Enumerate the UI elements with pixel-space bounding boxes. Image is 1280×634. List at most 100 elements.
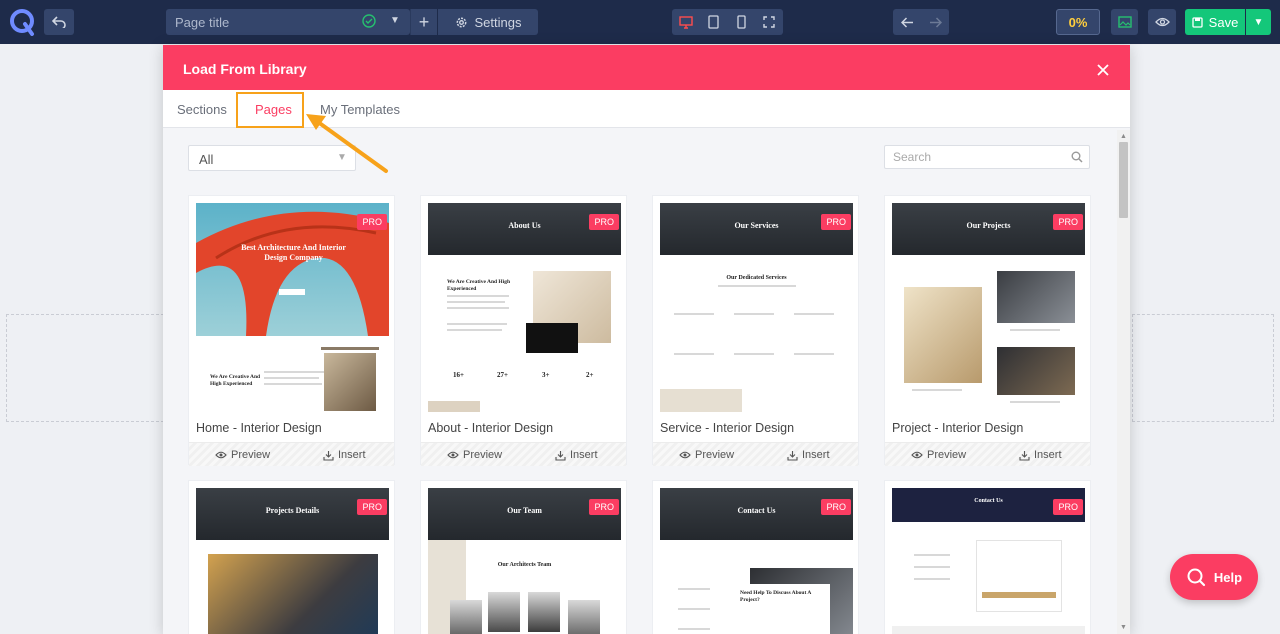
scrollbar-thumb[interactable] (1119, 142, 1128, 218)
chevron-down-icon[interactable]: ▼ (390, 15, 400, 26)
thumb-contact-form (976, 540, 1062, 612)
modal-scrollbar[interactable]: ▲ ▼ (1117, 130, 1130, 634)
pro-badge: PRO (1053, 214, 1083, 230)
add-page-button[interactable]: + (410, 9, 437, 35)
template-card[interactable]: Contact Us PRO (884, 480, 1091, 634)
undo-button[interactable] (893, 9, 921, 35)
pro-badge: PRO (357, 214, 387, 230)
chevron-down-icon: ▼ (1253, 16, 1264, 28)
settings-button[interactable]: Settings (438, 9, 538, 35)
template-thumbnail[interactable]: Our Projects (892, 203, 1085, 412)
history-nav (893, 9, 949, 35)
thumb-text-line (264, 383, 322, 385)
preview-label: Preview (695, 449, 735, 461)
canvas-drop-zone-right[interactable] (1132, 314, 1274, 422)
template-thumbnail[interactable]: About Us We Are Creative And High Experi… (428, 203, 621, 412)
search-input[interactable] (893, 150, 1063, 164)
thumb-team-photo (528, 592, 560, 632)
preview-button[interactable]: Preview (447, 449, 502, 461)
modal-header: Load From Library (163, 45, 1130, 90)
thumb-text-line (674, 313, 714, 315)
arrow-right-icon (929, 16, 942, 28)
insert-button[interactable]: Insert (1019, 449, 1062, 461)
close-icon[interactable] (1096, 63, 1110, 77)
search-icon[interactable] (1071, 151, 1083, 163)
thumb-text-line (914, 578, 950, 580)
template-name: About - Interior Design (428, 421, 554, 435)
template-card[interactable]: Our Services Our Dedicated Services PRO … (652, 195, 859, 466)
thumb-subheading: Our Dedicated Services (726, 275, 787, 281)
insert-button[interactable]: Insert (323, 449, 366, 461)
scroll-up-icon[interactable]: ▲ (1120, 133, 1127, 140)
logo-icon[interactable] (9, 8, 35, 36)
help-button[interactable]: Help (1170, 554, 1258, 600)
template-actions: Preview Insert (653, 442, 858, 466)
thumb-subheading: Need Help To Discuss About A Project? (740, 590, 812, 603)
preview-button[interactable]: Preview (679, 449, 734, 461)
image-icon (1117, 16, 1132, 28)
page-title-field[interactable]: Page title ▼ (166, 9, 410, 35)
tablet-view-button[interactable] (700, 9, 728, 35)
thumb-text-line (447, 301, 505, 303)
eye-icon (215, 451, 227, 459)
thumb-subheading: We Are Creative And High Experienced (210, 374, 261, 387)
fullscreen-button[interactable] (755, 9, 783, 35)
template-card[interactable]: Contact Us Need Help To Discuss About A … (652, 480, 859, 634)
thumb-subheading: We Are Creative And High Experienced (447, 279, 511, 292)
tab-sections[interactable]: Sections (177, 102, 227, 117)
insert-label: Insert (1034, 449, 1062, 461)
template-name: Project - Interior Design (892, 421, 1024, 435)
thumb-text-line (447, 307, 509, 309)
preview-button[interactable]: Preview (215, 449, 270, 461)
thumb-text-line (794, 313, 834, 315)
thumb-subheading: Our Architects Team (497, 562, 552, 568)
pro-badge: PRO (821, 214, 851, 230)
canvas-drop-zone-left[interactable] (6, 314, 164, 422)
template-thumbnail[interactable]: Best Architecture And Interior Design Co… (196, 203, 389, 412)
media-button[interactable] (1111, 9, 1138, 35)
redo-button[interactable] (921, 9, 949, 35)
save-button[interactable]: Save (1185, 9, 1245, 35)
template-card[interactable]: Projects Details PRO (188, 480, 395, 634)
progress-indicator[interactable]: 0% (1056, 9, 1100, 35)
search-box (884, 145, 1090, 169)
thumb-text-line (447, 329, 502, 331)
thumb-project-photo (997, 271, 1075, 323)
template-card[interactable]: About Us We Are Creative And High Experi… (420, 195, 627, 466)
download-icon (1019, 450, 1030, 461)
thumb-text-line (734, 353, 774, 355)
thumb-text-line (264, 377, 319, 379)
desktop-view-button[interactable] (672, 9, 700, 35)
gear-icon (456, 17, 466, 27)
thumb-text-line (1010, 401, 1060, 403)
template-card[interactable]: Our Projects PRO Project - Interior Desi… (884, 195, 1091, 466)
eye-icon (911, 451, 923, 459)
insert-button[interactable]: Insert (555, 449, 598, 461)
mobile-icon (737, 15, 746, 29)
template-name: Home - Interior Design (196, 421, 322, 435)
help-label: Help (1213, 569, 1243, 585)
filter-value: All (199, 152, 214, 167)
template-thumbnail[interactable]: Our Services Our Dedicated Services (660, 203, 853, 412)
save-options-button[interactable]: ▼ (1246, 9, 1271, 35)
template-card[interactable]: Our Team Our Architects Team PRO (420, 480, 627, 634)
tab-pages[interactable]: Pages (255, 102, 292, 117)
thumb-text-line (914, 566, 950, 568)
annotation-arrow (306, 114, 388, 173)
scroll-down-icon[interactable]: ▼ (1120, 624, 1127, 631)
preview-button[interactable]: Preview (911, 449, 966, 461)
insert-label: Insert (802, 449, 830, 461)
floppy-disk-icon (1192, 16, 1203, 28)
pro-badge: PRO (1053, 499, 1083, 515)
device-switcher (672, 9, 783, 35)
thumb-text-line (914, 554, 950, 556)
preview-button[interactable] (1148, 9, 1176, 35)
mobile-view-button[interactable] (728, 9, 756, 35)
template-card[interactable]: Best Architecture And Interior Design Co… (188, 195, 395, 466)
pro-badge: PRO (589, 499, 619, 515)
insert-button[interactable]: Insert (787, 449, 830, 461)
thumb-text-line (718, 285, 796, 287)
thumb-text-line (734, 313, 774, 315)
insert-label: Insert (570, 449, 598, 461)
back-button[interactable] (44, 9, 74, 35)
